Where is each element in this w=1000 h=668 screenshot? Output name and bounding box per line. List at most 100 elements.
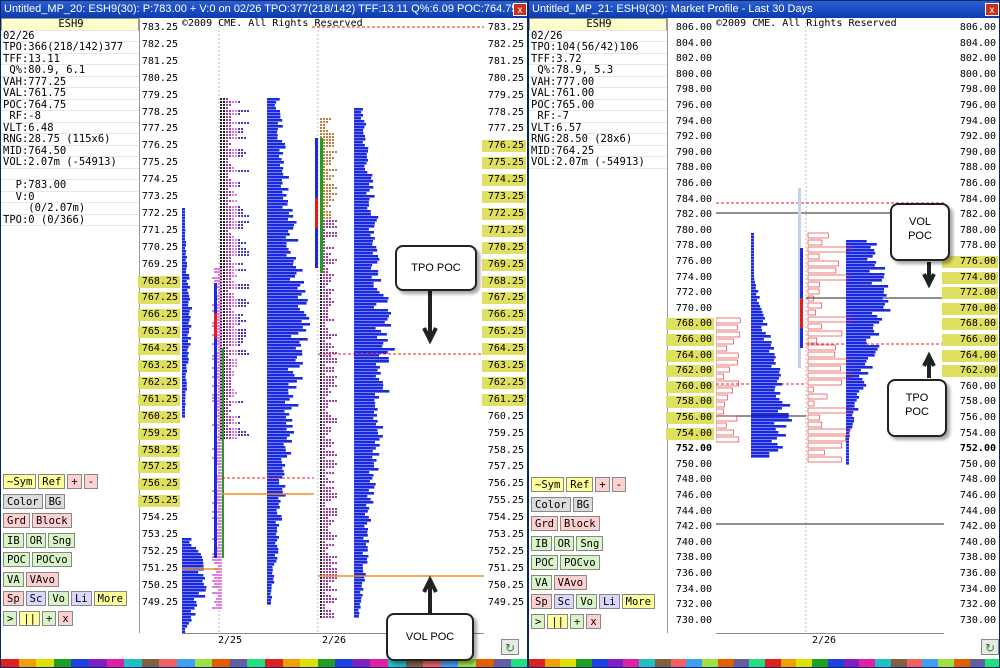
color-swatch[interactable] bbox=[36, 659, 54, 667]
toolbar-button-Sym[interactable]: ~Sym bbox=[531, 477, 565, 492]
color-swatch[interactable] bbox=[106, 659, 125, 667]
color-swatch[interactable] bbox=[654, 659, 671, 667]
color-swatch[interactable] bbox=[476, 659, 494, 667]
toolbar-button-POC[interactable]: POC bbox=[531, 555, 558, 570]
toolbar-button-Ref[interactable]: Ref bbox=[566, 477, 594, 492]
color-swatch[interactable] bbox=[922, 659, 939, 667]
toolbar-button-x[interactable]: x bbox=[58, 610, 73, 626]
toolbar-button-Color[interactable]: Color bbox=[3, 493, 43, 509]
color-swatch[interactable] bbox=[493, 659, 512, 667]
color-swatch[interactable] bbox=[985, 659, 999, 667]
toolbar-button-POCvo[interactable]: POCvo bbox=[559, 555, 600, 570]
color-swatch[interactable] bbox=[717, 659, 734, 667]
left-refresh-icon[interactable]: ↻ bbox=[501, 639, 519, 655]
toolbar-button-POC[interactable]: POC bbox=[3, 552, 30, 567]
toolbar-button-Sp[interactable]: Sp bbox=[531, 594, 552, 609]
color-swatch[interactable] bbox=[906, 659, 923, 667]
toolbar-button-Block[interactable]: Block bbox=[31, 513, 72, 528]
color-swatch[interactable] bbox=[780, 659, 797, 667]
toolbar-button-Vo[interactable]: Vo bbox=[576, 594, 597, 609]
color-swatch[interactable] bbox=[282, 659, 301, 667]
toolbar-button-VAvo[interactable]: VAvo bbox=[25, 571, 59, 587]
toolbar-button-Sc[interactable]: Sc bbox=[25, 591, 47, 606]
color-swatch[interactable] bbox=[141, 659, 160, 667]
color-swatch[interactable] bbox=[560, 659, 577, 667]
color-swatch[interactable] bbox=[953, 659, 970, 667]
color-swatch[interactable] bbox=[544, 659, 561, 667]
toolbar-button-[interactable]: + bbox=[569, 613, 585, 629]
left-symbol-label[interactable]: ESH9 bbox=[1, 18, 139, 31]
color-swatch[interactable] bbox=[623, 659, 640, 667]
toolbar-button-Grd[interactable]: Grd bbox=[3, 513, 30, 528]
toolbar-button-[interactable]: > bbox=[3, 610, 18, 626]
color-swatch[interactable] bbox=[317, 659, 336, 667]
toolbar-button-[interactable]: + bbox=[41, 610, 57, 626]
color-swatch[interactable] bbox=[812, 659, 828, 667]
color-swatch[interactable] bbox=[159, 659, 177, 667]
color-swatch[interactable] bbox=[124, 659, 142, 667]
toolbar-button-Li[interactable]: Li bbox=[70, 591, 92, 606]
toolbar-button-BG[interactable]: BG bbox=[572, 496, 594, 512]
color-swatch[interactable] bbox=[229, 659, 248, 667]
color-swatch[interactable] bbox=[686, 659, 703, 667]
toolbar-button-[interactable]: || bbox=[19, 610, 40, 626]
color-swatch[interactable] bbox=[576, 659, 592, 667]
color-swatch[interactable] bbox=[370, 659, 389, 667]
toolbar-button-Color[interactable]: Color bbox=[531, 496, 571, 512]
color-swatch[interactable] bbox=[843, 659, 860, 667]
color-swatch[interactable] bbox=[702, 659, 718, 667]
color-swatch[interactable] bbox=[875, 659, 891, 667]
color-swatch[interactable] bbox=[53, 659, 72, 667]
toolbar-button-Grd[interactable]: Grd bbox=[531, 516, 558, 531]
toolbar-button-[interactable]: + bbox=[67, 474, 82, 489]
color-swatch[interactable] bbox=[733, 659, 750, 667]
toolbar-button-More[interactable]: More bbox=[93, 591, 127, 606]
toolbar-button-[interactable]: - bbox=[611, 477, 626, 492]
color-swatch[interactable] bbox=[18, 659, 37, 667]
color-swatch[interactable] bbox=[71, 659, 89, 667]
toolbar-button-OR[interactable]: OR bbox=[25, 532, 47, 548]
color-swatch[interactable] bbox=[511, 659, 527, 667]
toolbar-button-Sym[interactable]: ~Sym bbox=[3, 474, 37, 489]
toolbar-button-Vo[interactable]: Vo bbox=[48, 591, 69, 606]
toolbar-button-VAvo[interactable]: VAvo bbox=[553, 574, 587, 590]
color-swatch[interactable] bbox=[1, 659, 19, 667]
color-swatch[interactable] bbox=[796, 659, 813, 667]
toolbar-button-Sp[interactable]: Sp bbox=[3, 591, 24, 606]
color-swatch[interactable] bbox=[749, 659, 766, 667]
toolbar-button-Ref[interactable]: Ref bbox=[38, 474, 66, 489]
color-swatch[interactable] bbox=[969, 659, 986, 667]
color-swatch[interactable] bbox=[194, 659, 213, 667]
right-symbol-label[interactable]: ESH9 bbox=[529, 18, 667, 31]
toolbar-button-IB[interactable]: IB bbox=[3, 532, 24, 548]
toolbar-button-[interactable]: + bbox=[595, 477, 610, 492]
toolbar-button-Sc[interactable]: Sc bbox=[553, 594, 575, 609]
color-swatch[interactable] bbox=[247, 659, 265, 667]
color-swatch[interactable] bbox=[827, 659, 844, 667]
color-swatch[interactable] bbox=[591, 659, 608, 667]
toolbar-button-IB[interactable]: IB bbox=[531, 535, 552, 551]
color-swatch[interactable] bbox=[300, 659, 318, 667]
color-swatch[interactable] bbox=[88, 659, 107, 667]
color-swatch[interactable] bbox=[859, 659, 876, 667]
left-close-button[interactable]: x bbox=[513, 3, 527, 16]
color-swatch[interactable] bbox=[335, 659, 353, 667]
color-swatch[interactable] bbox=[529, 659, 545, 667]
toolbar-button-BG[interactable]: BG bbox=[44, 493, 66, 509]
color-swatch[interactable] bbox=[607, 659, 624, 667]
toolbar-button-[interactable]: - bbox=[83, 474, 98, 489]
toolbar-button-OR[interactable]: OR bbox=[553, 535, 575, 551]
color-swatch[interactable] bbox=[890, 659, 907, 667]
color-swatch[interactable] bbox=[670, 659, 687, 667]
toolbar-button-Sng[interactable]: Sng bbox=[48, 532, 76, 548]
color-swatch[interactable] bbox=[639, 659, 655, 667]
toolbar-button-Block[interactable]: Block bbox=[559, 516, 600, 531]
right-close-button[interactable]: x bbox=[985, 3, 999, 16]
toolbar-button-VA[interactable]: VA bbox=[531, 574, 552, 590]
toolbar-button-x[interactable]: x bbox=[586, 613, 601, 629]
toolbar-button-Sng[interactable]: Sng bbox=[576, 535, 604, 551]
toolbar-button-[interactable]: || bbox=[547, 613, 568, 629]
color-swatch[interactable] bbox=[212, 659, 230, 667]
color-swatch[interactable] bbox=[938, 659, 954, 667]
toolbar-button-[interactable]: > bbox=[531, 613, 546, 629]
